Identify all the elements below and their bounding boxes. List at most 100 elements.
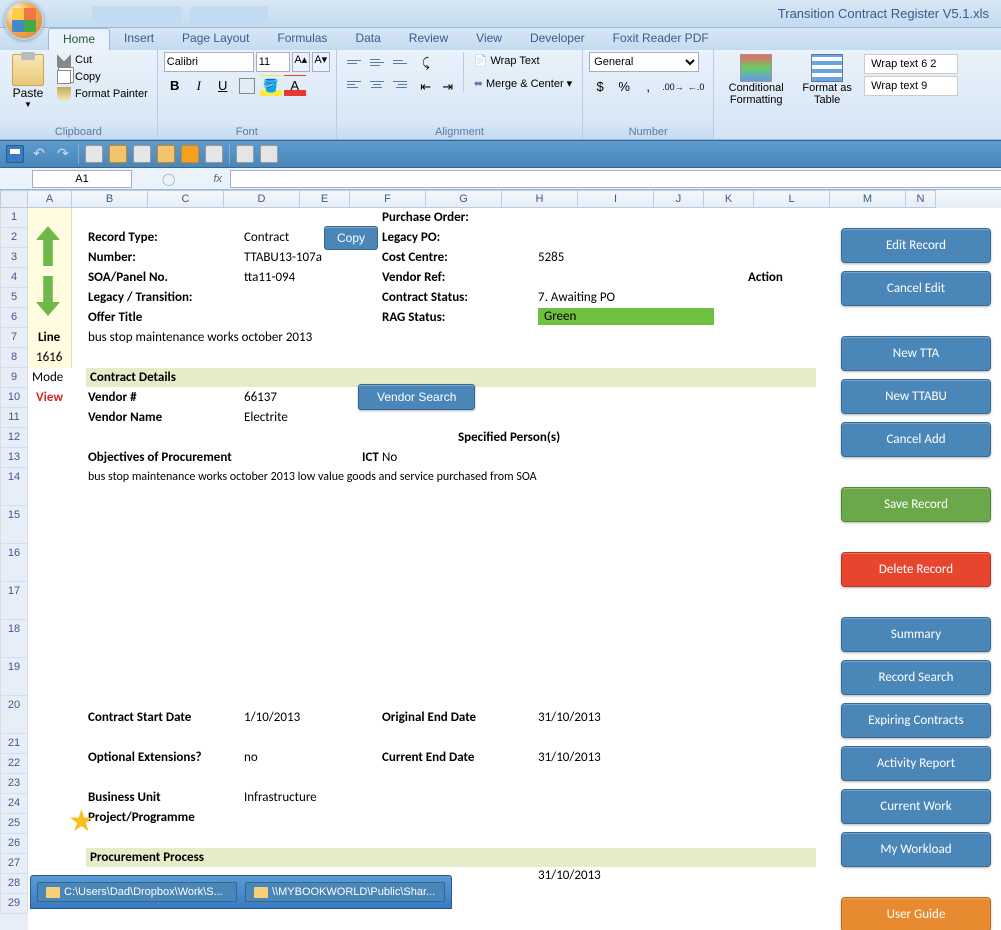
align-center[interactable] (366, 74, 388, 94)
expiring-contracts-button[interactable]: Expiring Contracts (841, 703, 991, 738)
col-header[interactable]: H (502, 190, 578, 208)
tab-review[interactable]: Review (395, 28, 462, 50)
row-header[interactable]: 15 (0, 506, 28, 544)
tab-foxit[interactable]: Foxit Reader PDF (599, 28, 723, 50)
current-work-button[interactable]: Current Work (841, 789, 991, 824)
tab-developer[interactable]: Developer (516, 28, 599, 50)
redo-button[interactable]: ↷ (54, 145, 72, 163)
row-header[interactable]: 12 (0, 428, 28, 448)
sheet-body[interactable]: A B C D E F G H I J K L M N Purchase Ord… (28, 190, 1001, 930)
row-header[interactable]: 9 (0, 368, 28, 388)
row-header[interactable]: 25 (0, 814, 28, 834)
formula-input[interactable] (230, 170, 1001, 188)
copy-button[interactable]: Copy (54, 69, 151, 85)
align-top[interactable] (343, 52, 365, 72)
wrap-text-button[interactable]: 📄Wrap Text (470, 52, 576, 69)
font-size-select[interactable] (256, 52, 290, 72)
row-header[interactable]: 17 (0, 582, 28, 620)
row-header[interactable]: 8 (0, 348, 28, 368)
tab-page-layout[interactable]: Page Layout (168, 28, 263, 50)
qat-button[interactable] (205, 145, 223, 163)
qat-button[interactable] (260, 145, 278, 163)
percent-button[interactable]: % (613, 76, 635, 98)
undo-button[interactable]: ↶ (30, 145, 48, 163)
record-search-button[interactable]: Record Search (841, 660, 991, 695)
row-header[interactable]: 7 (0, 328, 28, 348)
row-header[interactable]: 24 (0, 794, 28, 814)
conditional-formatting-button[interactable]: Conditional Formatting (720, 52, 792, 108)
col-header[interactable]: I (578, 190, 654, 208)
decrease-decimal-button[interactable]: ←.0 (685, 76, 707, 98)
currency-button[interactable]: $ (589, 76, 611, 98)
summary-button[interactable]: Summary (841, 617, 991, 652)
row-header[interactable]: 19 (0, 658, 28, 696)
qat-button[interactable] (133, 145, 151, 163)
col-header[interactable]: F (350, 190, 426, 208)
border-button[interactable] (239, 78, 255, 94)
row-header[interactable]: 16 (0, 544, 28, 582)
save-record-button[interactable]: Save Record (841, 487, 991, 522)
row-header[interactable]: 1 (0, 208, 28, 228)
tab-data[interactable]: Data (341, 28, 394, 50)
row-header[interactable]: 27 (0, 854, 28, 874)
arrow-up-icon[interactable] (36, 226, 60, 266)
edit-record-button[interactable]: Edit Record (841, 228, 991, 263)
row-header[interactable]: 22 (0, 754, 28, 774)
col-header[interactable]: K (704, 190, 754, 208)
cells-area[interactable]: Purchase Order: Record Type: Contract Co… (28, 208, 1001, 930)
row-header[interactable]: 2 (0, 228, 28, 248)
vendor-search-button[interactable]: Vendor Search (358, 384, 475, 410)
qat-button[interactable] (157, 145, 175, 163)
orientation-button[interactable]: ⤹ (415, 52, 437, 74)
paste-button[interactable]: Paste ▼ (6, 52, 50, 111)
format-painter-button[interactable]: Format Painter (54, 86, 151, 102)
copy-record-button[interactable]: Copy (324, 226, 378, 250)
tab-insert[interactable]: Insert (110, 28, 168, 50)
row-header[interactable]: 3 (0, 248, 28, 268)
format-as-table-button[interactable]: Format as Table (796, 52, 858, 108)
arrow-down-icon[interactable] (36, 276, 60, 316)
qat-button[interactable] (181, 145, 199, 163)
tab-home[interactable]: Home (48, 28, 110, 50)
number-format-select[interactable]: General (589, 52, 699, 72)
row-header[interactable]: 11 (0, 408, 28, 428)
align-right[interactable] (389, 74, 411, 94)
cancel-edit-button[interactable]: Cancel Edit (841, 271, 991, 306)
row-header[interactable]: 5 (0, 288, 28, 308)
col-header[interactable]: A (28, 190, 72, 208)
col-header[interactable]: E (300, 190, 350, 208)
row-header[interactable]: 20 (0, 696, 28, 734)
user-guide-button[interactable]: User Guide (841, 897, 991, 930)
row-header[interactable]: 14 (0, 468, 28, 506)
cancel-add-button[interactable]: Cancel Add (841, 422, 991, 457)
align-bottom[interactable] (389, 52, 411, 72)
col-header[interactable]: B (72, 190, 148, 208)
tab-view[interactable]: View (462, 28, 516, 50)
increase-decimal-button[interactable]: .00→ (661, 76, 683, 98)
increase-indent-button[interactable]: ⇥ (437, 76, 459, 98)
save-button[interactable] (6, 145, 24, 163)
qat-button[interactable] (85, 145, 103, 163)
italic-button[interactable]: I (188, 75, 210, 97)
new-ttabu-button[interactable]: New TTABU (841, 379, 991, 414)
fill-color-button[interactable]: 🪣 (260, 75, 282, 97)
qat-button[interactable] (236, 145, 254, 163)
decrease-indent-button[interactable]: ⇤ (415, 76, 437, 98)
taskbar-item[interactable]: C:\Users\Dad\Dropbox\Work\S... (37, 882, 237, 902)
activity-report-button[interactable]: Activity Report (841, 746, 991, 781)
row-header[interactable]: 6 (0, 308, 28, 328)
delete-record-button[interactable]: Delete Record (841, 552, 991, 587)
grow-font-button[interactable]: A▴ (292, 52, 310, 72)
row-header[interactable]: 28 (0, 874, 28, 894)
row-header[interactable]: 21 (0, 734, 28, 754)
font-family-select[interactable] (164, 52, 254, 72)
comma-button[interactable]: , (637, 76, 659, 98)
row-header[interactable]: 23 (0, 774, 28, 794)
underline-button[interactable]: U (212, 75, 234, 97)
align-middle[interactable] (366, 52, 388, 72)
office-button[interactable] (4, 0, 44, 40)
taskbar-item[interactable]: \\MYBOOKWORLD\Public\Shar... (245, 882, 445, 902)
col-header[interactable]: J (654, 190, 704, 208)
merge-center-button[interactable]: ⬌Merge & Center ▾ (470, 75, 576, 92)
row-header[interactable]: 10 (0, 388, 28, 408)
